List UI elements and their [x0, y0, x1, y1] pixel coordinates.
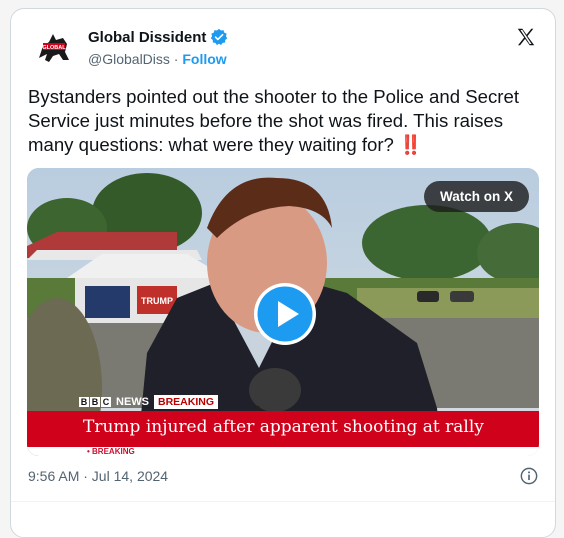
info-icon[interactable] [520, 467, 538, 485]
follow-button[interactable]: Follow [182, 51, 226, 67]
author-name[interactable]: Global Dissident [88, 29, 206, 46]
author-row: Global Dissident [88, 28, 228, 46]
play-icon[interactable] [253, 282, 317, 346]
video-player[interactable]: TRUMP Watch on X B B C NEWS BREAKING Tru… [27, 168, 539, 456]
bbc-letter: C [101, 397, 111, 407]
news-headline: Trump injured after apparent shooting at… [83, 417, 484, 437]
bbc-letter: B [90, 397, 100, 407]
avatar[interactable]: GLOBAL [29, 24, 77, 72]
news-label: NEWS [116, 396, 149, 408]
timestamp[interactable]: 9:56 AM · Jul 14, 2024 [28, 468, 168, 484]
handle-separator: · [173, 51, 179, 67]
scene-sign-text: TRUMP [141, 296, 173, 306]
watch-on-x-button[interactable]: Watch on X [424, 181, 529, 212]
double-exclamation-emoji: ‼️ [399, 134, 423, 155]
bbc-news-tag: B B C NEWS BREAKING [79, 394, 219, 410]
tweet-card[interactable]: GLOBAL Global Dissident @GlobalDiss · Fo… [10, 8, 556, 538]
svg-text:GLOBAL: GLOBAL [42, 45, 66, 51]
breaking-tag: BREAKING [154, 395, 219, 409]
author-handle[interactable]: @GlobalDiss [88, 51, 170, 67]
tweet-text: Bystanders pointed out the shooter to th… [28, 85, 543, 157]
verified-badge-icon [211, 28, 228, 46]
divider [11, 501, 555, 502]
handle-row: @GlobalDiss · Follow [88, 51, 227, 67]
tweet-body: Bystanders pointed out the shooter to th… [28, 86, 519, 155]
bbc-letter: B [79, 397, 89, 407]
ticker-text: • BREAKING [87, 447, 135, 456]
x-logo-icon[interactable] [515, 26, 537, 48]
